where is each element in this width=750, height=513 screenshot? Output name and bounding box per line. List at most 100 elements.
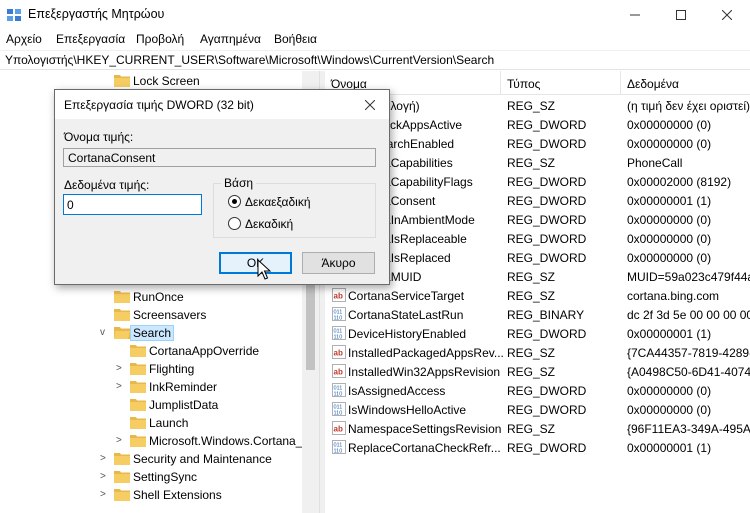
value-name: CortanaStateLastRun <box>348 308 464 322</box>
value-data: 0x00000000 (0) <box>627 137 712 151</box>
folder-icon <box>130 399 146 411</box>
svg-text:110: 110 <box>334 316 343 322</box>
value-name: DeviceHistoryEnabled <box>348 327 467 341</box>
column-header-type[interactable]: Τύπος <box>501 71 621 95</box>
binary-value-icon: 011110 <box>332 402 346 416</box>
radio-circle[interactable] <box>228 217 241 230</box>
window-title: Επεξεργαστής Μητρώου <box>28 7 165 21</box>
value-type: REG_DWORD <box>507 384 587 398</box>
value-row[interactable]: ab InstalledWin32AppsRevision REG_SZ {A0498… <box>325 362 750 381</box>
close-icon <box>365 100 375 110</box>
value-data: 0x00000001 (1) <box>627 327 712 341</box>
value-data: 0x00000001 (1) <box>627 441 712 455</box>
radio-label: Δεκαδική <box>245 217 294 231</box>
svg-text:110: 110 <box>334 449 343 455</box>
tree-item-label: CortanaAppOverride <box>149 344 260 358</box>
value-row[interactable]: ab CortanaServiceTarget REG_SZ cortana.bing… <box>325 286 750 305</box>
tree-chevron[interactable]: > <box>100 489 110 501</box>
menu-favorites[interactable]: Αγαπημένα <box>200 32 261 46</box>
value-name: ReplaceCortanaCheckRefr... <box>348 441 501 455</box>
value-data: 0x00002000 (8192) <box>627 175 732 189</box>
svg-text:ab: ab <box>334 368 343 377</box>
folder-icon <box>114 75 130 87</box>
tree-chevron[interactable]: > <box>116 363 126 375</box>
tree-chevron[interactable] <box>116 417 126 429</box>
tree-chevron[interactable] <box>100 309 110 321</box>
value-name: CortanaServiceTarget <box>348 289 465 303</box>
tree-chevron[interactable] <box>100 75 110 87</box>
tree-item-label: Shell Extensions <box>133 488 222 502</box>
dialog-title-bar: Επεξεργασία τιμής DWORD (32 bit) <box>55 90 389 119</box>
minimize-button[interactable] <box>612 0 658 30</box>
binary-value-icon: 011110 <box>332 326 346 340</box>
menu-help[interactable]: Βοήθεια <box>274 32 317 46</box>
title-bar: Επεξεργαστής Μητρώου <box>0 0 750 30</box>
address-bar[interactable]: Υπολογιστής\HKEY_CURRENT_USER\Software\M… <box>0 50 750 70</box>
value-data: {7CA44357-7819-4289-A <box>627 346 750 360</box>
address-path[interactable]: Υπολογιστής\HKEY_CURRENT_USER\Software\M… <box>5 53 494 67</box>
value-type: REG_SZ <box>507 156 556 170</box>
tree-item-label: Screensavers <box>133 308 207 322</box>
binary-value-icon: 011110 <box>332 440 346 454</box>
menu-edit[interactable]: Επεξεργασία <box>56 32 125 46</box>
value-row[interactable]: ab NamespaceSettingsRevision REG_SZ {96F11E… <box>325 419 750 438</box>
binary-value-icon: 011110 <box>332 307 346 321</box>
value-name: InstalledPackagedAppsRev... <box>348 346 504 360</box>
edit-dword-dialog: Επεξεργασία τιμής DWORD (32 bit) Όνομα τ… <box>54 89 390 285</box>
tree-chevron[interactable] <box>116 399 126 411</box>
value-type: REG_DWORD <box>507 137 587 151</box>
value-type: REG_DWORD <box>507 175 587 189</box>
tree-chevron[interactable]: v <box>100 327 110 339</box>
menu-view[interactable]: Προβολή <box>136 32 184 46</box>
tree-chevron[interactable] <box>100 291 110 303</box>
folder-icon <box>130 381 146 393</box>
close-button[interactable] <box>704 0 750 30</box>
cancel-button[interactable]: Άκυρο <box>302 252 375 274</box>
menu-file[interactable]: Αρχείο <box>6 32 42 46</box>
tree-item-label: Security and Maintenance <box>133 452 272 466</box>
value-type: REG_DWORD <box>507 403 587 417</box>
ok-button[interactable]: OK <box>219 252 292 274</box>
value-row[interactable]: 011 110 IsAssignedAccess REG_DWORD 0x0000000… <box>325 381 750 400</box>
tree-chevron[interactable] <box>116 345 126 357</box>
column-header-label: Δεδομένα <box>627 77 679 91</box>
value-type: REG_DWORD <box>507 213 587 227</box>
svg-text:110: 110 <box>334 411 343 417</box>
column-header-data[interactable]: Δεδομένα <box>621 71 750 95</box>
folder-icon <box>114 489 130 501</box>
value-data: PhoneCall <box>627 156 683 170</box>
maximize-button[interactable] <box>658 0 704 30</box>
tree-chevron[interactable]: > <box>100 471 110 483</box>
value-name: IsAssignedAccess <box>348 384 446 398</box>
value-row[interactable]: 011 110 DeviceHistoryEnabled REG_DWORD 0x000… <box>325 324 750 343</box>
value-name: IsWindowsHelloActive <box>348 403 467 417</box>
binary-value-icon: 011110 <box>332 383 346 397</box>
value-type: REG_DWORD <box>507 194 587 208</box>
tree-chevron[interactable]: > <box>100 453 110 465</box>
string-value-icon: ab <box>332 345 346 359</box>
value-data-input[interactable] <box>63 194 202 215</box>
dialog-close-button[interactable] <box>355 95 385 115</box>
folder-open-icon <box>114 327 130 339</box>
svg-text:ab: ab <box>334 292 343 301</box>
value-data: {A0498C50-6D41-4074- <box>627 365 750 379</box>
value-row[interactable]: 011 110 ReplaceCortanaCheckRefr... REG_DWOR… <box>325 438 750 457</box>
value-data: cortana.bing.com <box>627 289 720 303</box>
value-row[interactable]: 011 110 CortanaStateLastRun REG_BINARY dc 2f… <box>325 305 750 324</box>
registry-editor-icon <box>7 9 21 21</box>
svg-text:110: 110 <box>334 335 343 341</box>
tree-chevron[interactable]: > <box>116 381 126 393</box>
value-row[interactable]: 011 110 IsWindowsHelloActive REG_DWORD 0x000… <box>325 400 750 419</box>
radio-circle[interactable] <box>228 195 241 208</box>
tree-chevron[interactable]: > <box>116 435 126 447</box>
mouse-cursor-icon <box>257 259 271 280</box>
folder-icon <box>130 435 146 447</box>
close-icon <box>722 10 732 20</box>
tree-item-label: InkReminder <box>149 380 218 394</box>
tree-item-label: RunOnce <box>133 290 184 304</box>
value-type: REG_DWORD <box>507 232 587 246</box>
folder-icon <box>114 471 130 483</box>
value-type: REG_DWORD <box>507 118 587 132</box>
svg-text:ab: ab <box>334 425 343 434</box>
value-row[interactable]: ab InstalledPackagedAppsRev... REG_SZ {7CA4… <box>325 343 750 362</box>
